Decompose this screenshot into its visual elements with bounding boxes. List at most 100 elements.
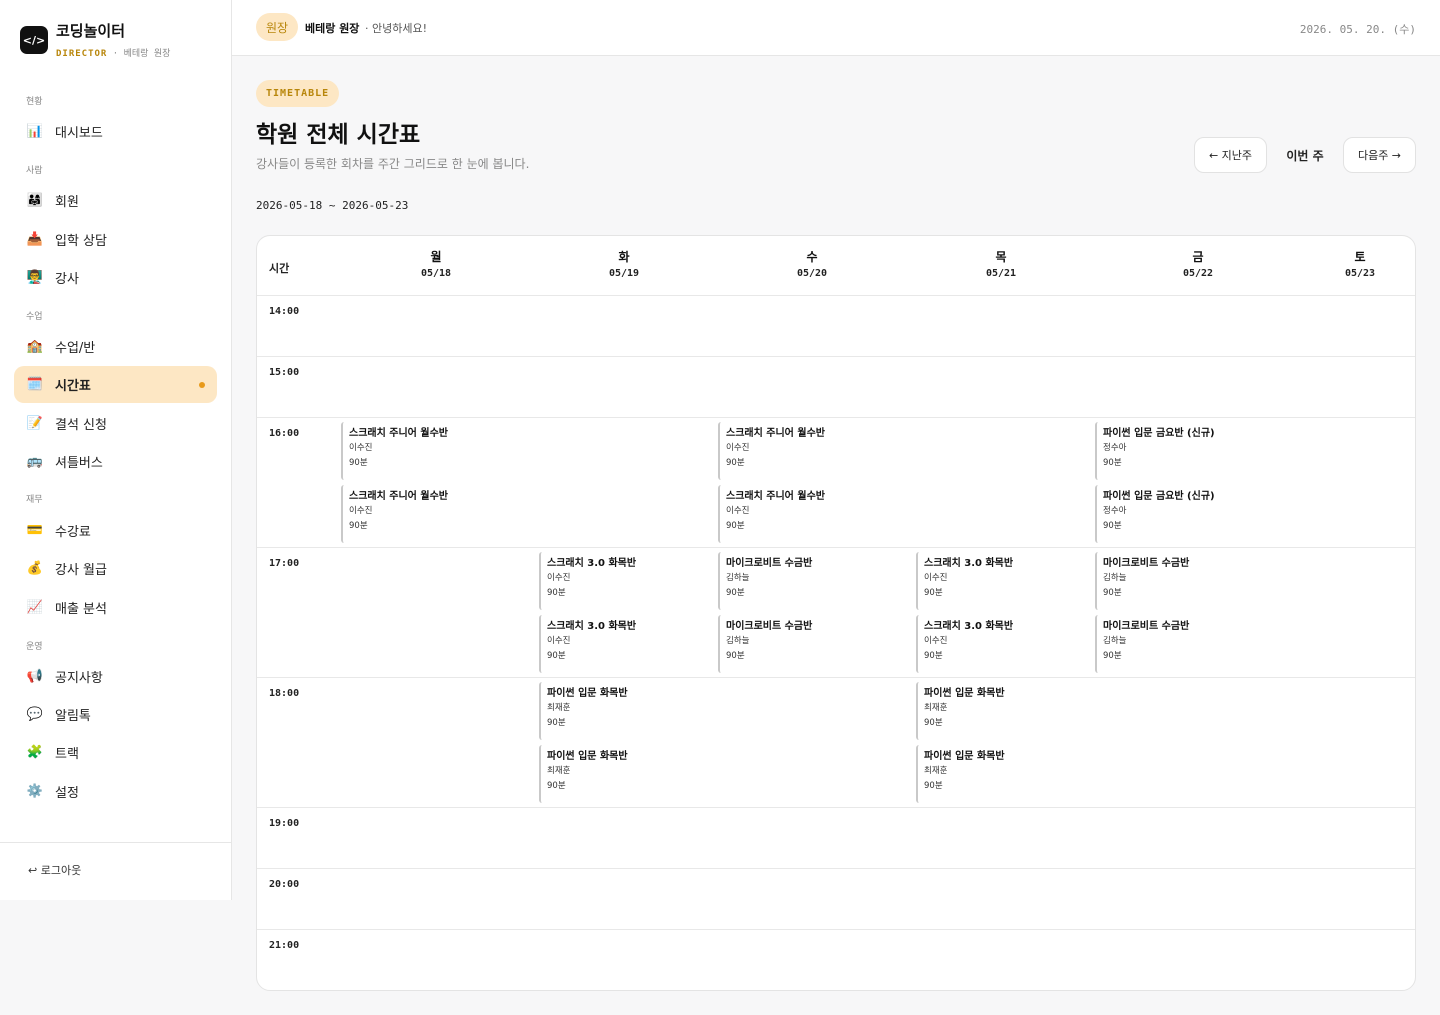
brand[interactable]: </> 코딩놀이터 DIRECTOR · 베테랑 원장 xyxy=(20,20,170,59)
session-teacher: 최재훈 xyxy=(547,703,571,713)
nav-section-label: 운영 xyxy=(26,642,43,652)
sidebar-item-timetable[interactable]: 🗓️ 시간표 xyxy=(14,366,217,403)
time-column-header: 시간 xyxy=(269,262,290,275)
page-subtitle: 강사들이 등록한 회차를 주간 그리드로 한 눈에 봅니다. xyxy=(256,157,530,171)
tracks-icon: 🧩 xyxy=(26,745,44,760)
sidebar-item-label: 회원 xyxy=(55,195,79,210)
day-date: 05/23 xyxy=(1344,268,1376,279)
class-session-card[interactable]: 스크래치 주니어 월수반 이수진 90분 xyxy=(718,485,888,543)
day-date: 05/22 xyxy=(1182,268,1214,279)
sidebar-item-dashboard[interactable]: 📊 대시보드 xyxy=(14,113,217,150)
session-teacher: 정수아 xyxy=(1103,443,1127,453)
prev-week-button[interactable]: ← 지난주 xyxy=(1194,137,1267,173)
sidebar-item-sales[interactable]: 📈 매출 분석 xyxy=(14,589,217,626)
class-session-card[interactable]: 마이크로비트 수금반 김하늘 90분 xyxy=(718,552,888,610)
sidebar-item-settings[interactable]: ⚙️ 설정 xyxy=(14,773,217,810)
sidebar-item-label: 강사 월급 xyxy=(55,563,107,578)
time-label: 21:00 xyxy=(269,940,300,951)
sidebar-item-classes[interactable]: 🏫 수업/반 xyxy=(14,328,217,365)
this-week-button[interactable]: 이번 주 xyxy=(1275,137,1335,173)
session-teacher: 최재훈 xyxy=(547,766,571,776)
row-divider xyxy=(257,929,1415,930)
settings-icon: ⚙️ xyxy=(26,784,44,799)
session-title: 파이썬 입문 화목반 xyxy=(924,751,1005,762)
class-session-card[interactable]: 파이썬 입문 화목반 최재훈 90분 xyxy=(539,745,709,803)
class-session-card[interactable]: 마이크로비트 수금반 김하늘 90분 xyxy=(1095,552,1265,610)
day-name: 목 xyxy=(995,250,1007,264)
day-name: 토 xyxy=(1354,250,1366,264)
session-title: 스크래치 주니어 월수반 xyxy=(349,491,448,502)
class-session-card[interactable]: 스크래치 주니어 월수반 이수진 90분 xyxy=(341,485,511,543)
time-label: 18:00 xyxy=(269,688,300,699)
class-session-card[interactable]: 마이크로비트 수금반 김하늘 90분 xyxy=(1095,615,1265,673)
session-duration: 90분 xyxy=(1103,588,1122,598)
greeting: · 안녕하세요! xyxy=(365,22,428,35)
session-teacher: 이수진 xyxy=(547,636,571,646)
sidebar-item-notices[interactable]: 📢 공지사항 xyxy=(14,658,217,695)
session-duration: 90분 xyxy=(349,521,368,531)
sidebar-item-shuttle[interactable]: 🚌 셔틀버스 xyxy=(14,443,217,480)
class-session-card[interactable]: 마이크로비트 수금반 김하늘 90분 xyxy=(718,615,888,673)
sidebar-item-tracks[interactable]: 🧩 트랙 xyxy=(14,734,217,771)
session-title: 마이크로비트 수금반 xyxy=(1103,621,1190,632)
class-session-card[interactable]: 스크래치 3.0 화목반 이수진 90분 xyxy=(916,552,1086,610)
brand-name: 코딩놀이터 xyxy=(56,22,126,40)
sidebar-item-tuition[interactable]: 💳 수강료 xyxy=(14,512,217,549)
sidebar-item-members[interactable]: 👨‍👩‍👧 회원 xyxy=(14,182,217,219)
class-session-card[interactable]: 파이썬 입문 화목반 최재훈 90분 xyxy=(916,682,1086,740)
time-label: 17:00 xyxy=(269,558,300,569)
sidebar-item-label: 설정 xyxy=(55,786,79,801)
session-title: 스크래치 3.0 화목반 xyxy=(924,621,1014,632)
class-session-card[interactable]: 스크래치 3.0 화목반 이수진 90분 xyxy=(539,615,709,673)
class-session-card[interactable]: 스크래치 3.0 화목반이수진 90분 xyxy=(916,615,1086,673)
session-title: 스크래치 주니어 월수반 xyxy=(726,428,825,439)
session-teacher: 이수진 xyxy=(924,636,948,646)
role-badge: 원장 xyxy=(256,13,299,41)
session-title: 마이크로비트 수금반 xyxy=(1103,558,1190,569)
day-header: 화 05/19 xyxy=(594,249,654,279)
class-session-card[interactable]: 파이썬 입문 금요반 (신규) 정수아 90분 xyxy=(1095,485,1265,543)
shuttle-icon: 🚌 xyxy=(26,454,44,469)
session-duration: 90분 xyxy=(726,458,745,468)
day-date: 05/20 xyxy=(796,268,828,279)
class-session-card[interactable]: 스크래치 주니어 월수반 이수진 90분 xyxy=(718,422,888,480)
session-title: 파이썬 입문 금요반 (신규) xyxy=(1103,491,1215,502)
sidebar-item-instructors[interactable]: 👨‍🏫 강사 xyxy=(14,259,217,296)
sidebar-item-label: 공지사항 xyxy=(55,671,103,686)
alimtalk-icon: 💬 xyxy=(26,707,44,722)
day-date: 05/18 xyxy=(420,268,452,279)
class-session-card[interactable]: 파이썬 입문 금요반 (신규) 정수아 90분 xyxy=(1095,422,1265,480)
class-session-card[interactable]: 파이썬 입문 화목반 최재훈 90분 xyxy=(539,682,709,740)
session-duration: 90분 xyxy=(924,651,943,661)
sales-icon: 📈 xyxy=(26,600,44,615)
class-session-card[interactable]: 스크래치 주니어 월수반 이수진 90분 xyxy=(341,422,511,480)
week-range: 2026-05-18 ~ 2026-05-23 xyxy=(256,199,409,212)
sidebar-item-alimtalk[interactable]: 💬 알림톡 xyxy=(14,696,217,733)
row-divider xyxy=(257,677,1415,678)
next-week-button[interactable]: 다음주 → xyxy=(1343,137,1416,173)
sidebar-item-salary[interactable]: 💰 강사 월급 xyxy=(14,550,217,587)
session-teacher: 김하늘 xyxy=(726,573,750,583)
session-duration: 90분 xyxy=(924,588,943,598)
session-duration: 90분 xyxy=(547,718,566,728)
top-bar: 원장 베테랑 원장 · 안녕하세요! 2026. 05. 20. (수) xyxy=(232,0,1440,56)
session-duration: 90분 xyxy=(547,781,566,791)
sidebar-item-admission-consult[interactable]: 📥 입학 상담 xyxy=(14,221,217,258)
day-name: 수 xyxy=(806,250,818,264)
session-duration: 90분 xyxy=(1103,651,1122,661)
brand-user: · 베테랑 원장 xyxy=(112,49,171,59)
session-duration: 90분 xyxy=(726,521,745,531)
sidebar-item-absence[interactable]: 📝 결석 신청 xyxy=(14,405,217,442)
class-session-card[interactable]: 스크래치 3.0 화목반 이수진 90분 xyxy=(539,552,709,610)
sidebar-item-label: 시간표 xyxy=(55,379,91,394)
today-date: 2026. 05. 20. (수) xyxy=(1299,23,1416,36)
logout-button[interactable]: ↩ 로그아웃 xyxy=(28,862,81,878)
session-title: 스크래치 3.0 화목반 xyxy=(547,558,637,569)
day-date: 05/21 xyxy=(985,268,1017,279)
classes-icon: 🏫 xyxy=(26,339,44,354)
session-duration: 90분 xyxy=(726,588,745,598)
time-label: 20:00 xyxy=(269,879,300,890)
session-title: 스크래치 3.0 화목반 xyxy=(924,558,1014,569)
session-title: 스크래치 3.0 화목반 xyxy=(547,621,637,632)
class-session-card[interactable]: 파이썬 입문 화목반 최재훈 90분 xyxy=(916,745,1086,803)
